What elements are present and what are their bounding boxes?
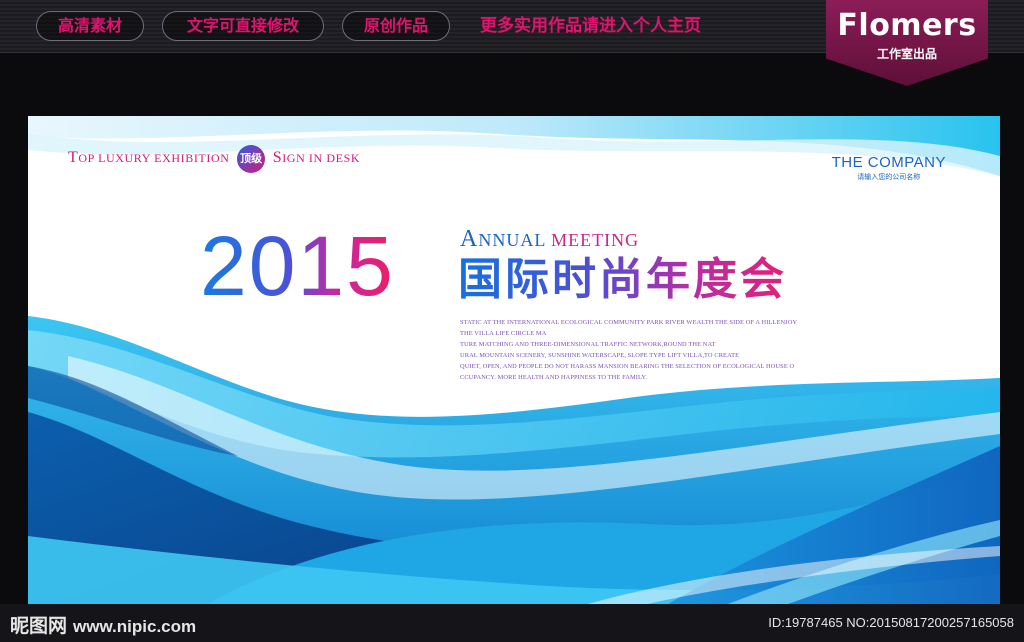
- annual-initial: A: [460, 226, 479, 252]
- site-url[interactable]: www.nipic.com: [73, 617, 196, 636]
- annual-word: NNUAL: [478, 230, 546, 250]
- company-block: THE COMPANY 请输入您的公司名称: [832, 154, 946, 182]
- tagline-initial-1: T: [68, 148, 79, 166]
- description-line: TURE MATCHING AND THREE-DIMENSIONAL TRAF…: [460, 341, 716, 348]
- description-line: CCUPANCY. MORE HEALTH AND HAPPINESS TO T…: [460, 374, 647, 381]
- description-line: QUIET, OPEN, AND PEOPLE DO NOT HARASS MA…: [460, 363, 795, 370]
- top-grade-seal: 顶级: [237, 145, 266, 173]
- studio-name: Flomers: [837, 8, 977, 43]
- promo-text[interactable]: 更多实用作品请进入个人主页: [480, 12, 701, 40]
- editable-text-badge: 文字可直接修改: [162, 11, 324, 41]
- description-line: STATIC AT THE INTERNATIONAL ECOLOGICAL C…: [460, 319, 798, 326]
- year-heading: 2015: [200, 216, 395, 316]
- image-id: ID:19787465 NO:20150817200257165058: [768, 615, 1014, 630]
- nipic-watermark[interactable]: 昵图网 www.nipic.com: [10, 611, 196, 638]
- studio-brand-tag: Flomers 工作室出品: [826, 0, 988, 86]
- company-name-hint: 请输入您的公司名称: [857, 173, 921, 181]
- site-name: 昵图网: [10, 615, 68, 637]
- editable-text-label: 文字可直接修改: [186, 16, 299, 35]
- site-footer: 昵图网 www.nipic.com ID:19787465 NO:20150817…: [0, 604, 1024, 642]
- annual-meeting-banner: TOP LUXURY EXHIBITION 顶级 SIGN IN DESK TH…: [28, 116, 1000, 604]
- studio-subtitle: 工作室出品: [876, 47, 937, 61]
- description-line: THE VILLA LIFE CIRCLE MA: [460, 330, 547, 337]
- original-work-badge: 原创作品: [342, 11, 450, 41]
- tagline-part-2: IGN IN DESK: [282, 150, 361, 165]
- description-line: URAL MOUNTAIN SCENERY, SUNSHINE WATERSCA…: [460, 352, 740, 359]
- meeting-word: MEETING: [551, 230, 640, 250]
- chinese-event-title: 国际时尚年度会: [458, 251, 787, 309]
- tagline-part-1: OP LUXURY EXHIBITION: [78, 150, 230, 165]
- event-description: STATIC AT THE INTERNATIONAL ECOLOGICAL C…: [460, 317, 840, 383]
- exhibition-tagline: TOP LUXURY EXHIBITION 顶级 SIGN IN DESK: [68, 145, 361, 173]
- hd-material-label: 高清素材: [57, 16, 122, 35]
- original-work-label: 原创作品: [363, 16, 428, 35]
- hd-material-badge: 高清素材: [36, 11, 144, 41]
- company-name: THE COMPANY: [831, 154, 946, 171]
- annual-meeting-heading: ANNUAL MEETING: [460, 226, 639, 253]
- tagline-initial-2: S: [272, 148, 283, 166]
